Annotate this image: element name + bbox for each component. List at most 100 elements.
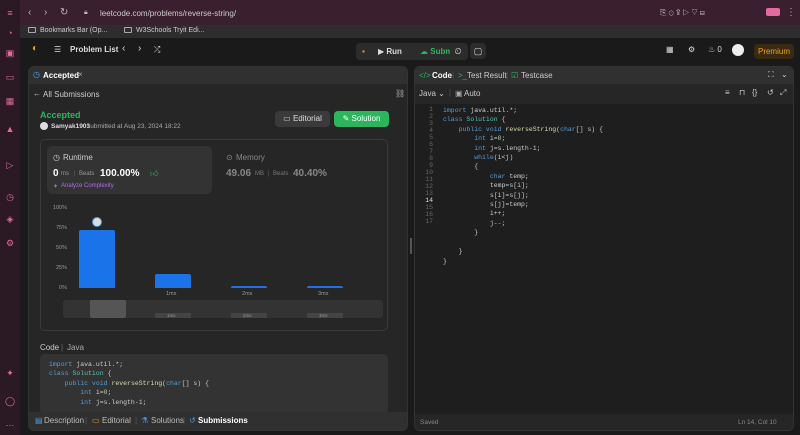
editor-code[interactable]: import java.util.*; class Solution { pub… — [443, 106, 603, 266]
editor-status-bar: Saved Ln 14, Col 10 — [415, 414, 793, 430]
close-icon[interactable]: × — [78, 70, 83, 79]
lock-icon: ▣ — [455, 89, 463, 98]
chart-bar[interactable] — [155, 274, 191, 288]
right-panel: </> Code | >_ Test Result | ☑ Testcase ⛶… — [414, 66, 794, 431]
reload-icon[interactable]: ↻ — [60, 7, 68, 18]
debug-icon[interactable]: ▪ — [362, 47, 365, 56]
tab-solutions[interactable]: Solutions — [151, 416, 184, 425]
tab-code[interactable]: Code — [432, 71, 452, 80]
runtime-value: 0 — [53, 168, 59, 179]
chart-bar[interactable] — [79, 229, 115, 288]
apps-icon[interactable]: ▦ — [5, 96, 15, 106]
reset-icon[interactable]: ↺ — [767, 88, 774, 97]
extension-icons[interactable]: ⎘ ⊙ ⇪ ▷ ♡ ⊟ — [660, 8, 705, 18]
chevron-down-icon: ⌄ — [438, 89, 445, 98]
username[interactable]: Samyak1903 — [51, 123, 90, 130]
tab-testcase[interactable]: Testcase — [521, 71, 553, 80]
shuffle-icon[interactable]: ⤮ — [154, 45, 160, 55]
menu-icon[interactable]: ≡ — [5, 8, 15, 18]
all-submissions-link[interactable]: All Submissions — [43, 90, 99, 99]
range-slider[interactable]: 1ms 2ms 3ms — [63, 300, 383, 318]
auto-mode[interactable]: Auto — [464, 89, 480, 98]
collapse-icon[interactable]: ⌄ — [781, 70, 788, 79]
divider: | — [452, 71, 455, 80]
run-button[interactable]: ▶ Run — [378, 47, 402, 56]
bookmark-icon[interactable]: ⊓ — [739, 88, 745, 97]
chat-icon[interactable]: ▭ — [5, 72, 15, 82]
maximize-icon[interactable]: ⛶ — [768, 70, 774, 80]
divider: | — [61, 343, 64, 352]
menu-dots-icon[interactable]: ⋮ — [786, 7, 796, 18]
address-bar-row: ‹ › ↻ 🔒︎ leetcode.com/problems/reverse-s… — [20, 0, 800, 25]
format-icon[interactable]: ≡ — [725, 88, 730, 97]
description-icon: ▤ — [35, 416, 43, 425]
logo-icon: ✦ — [6, 368, 14, 378]
prev-problem-icon[interactable]: ‹ — [122, 43, 125, 54]
solution-button[interactable]: ✎ Solution — [334, 111, 389, 127]
runtime-label: Runtime — [63, 153, 93, 162]
tab-description[interactable]: Description — [44, 416, 84, 425]
tab-submissions[interactable]: Submissions — [198, 416, 248, 425]
code-icon: </> — [419, 71, 431, 80]
sparkle-icon: ✦ — [53, 184, 59, 190]
divider: | — [506, 71, 509, 80]
history-icon: ↺ — [189, 416, 196, 425]
back-arrow-icon[interactable]: ← — [33, 89, 41, 98]
bottom-tab-bar: ▤ Description | ▭ Editorial | ⚗ Solution… — [29, 412, 407, 430]
speed-icon[interactable]: ◔ — [5, 28, 15, 38]
avatar[interactable] — [732, 44, 744, 56]
ring-icon: ◯ — [5, 396, 16, 406]
gear-icon[interactable]: ⚙ — [688, 45, 695, 54]
profile-icon[interactable] — [766, 8, 780, 16]
notes-icon[interactable]: ▢ — [470, 43, 486, 59]
chart-bar[interactable] — [307, 285, 343, 288]
url-field[interactable]: leetcode.com/problems/reverse-string/ — [100, 9, 236, 18]
braces-icon[interactable]: {} — [752, 88, 757, 97]
submitted-code: import java.util.*; class Solution { pub… — [40, 354, 388, 414]
forward-icon[interactable]: › — [44, 7, 47, 18]
clock-icon: ◷ — [53, 153, 60, 162]
y-tick-label: 100% — [52, 205, 67, 211]
language-select[interactable]: Java ⌄ — [419, 89, 445, 98]
tab-test-result[interactable]: Test Result — [467, 71, 507, 80]
timer-icon[interactable]: ⏲ — [450, 43, 466, 59]
game-icon[interactable]: ▲ — [5, 124, 15, 134]
share-link-icon[interactable]: ⛓ — [395, 89, 405, 98]
your-submission-marker — [92, 216, 102, 227]
next-problem-icon[interactable]: › — [138, 43, 141, 54]
clock-icon[interactable]: ◷ — [5, 192, 15, 202]
x-tick-label: 2ms — [242, 291, 253, 297]
bookmark-bar-item[interactable]: Bookmarks Bar (Op... — [28, 27, 107, 34]
bag-icon[interactable]: ▣ — [5, 48, 15, 58]
bookmark-bar-item[interactable]: W3Schools Tryit Edi... — [124, 27, 204, 34]
tab-accepted[interactable]: Accepted — [43, 71, 79, 80]
editorial-button[interactable]: ▭ Editorial — [275, 111, 330, 127]
settings-icon[interactable]: ⚙ — [5, 238, 15, 248]
panel-resize-handle[interactable] — [410, 238, 412, 254]
leetcode-logo-icon[interactable]: ◐ — [32, 43, 38, 54]
analyze-complexity-link[interactable]: Analyze Complexity — [61, 183, 114, 189]
code-editor[interactable]: 1 2 3 4 5 6 7 8 9 10 11 12 13 14 15 16 17 import java.ut… — [415, 104, 793, 414]
flask-icon: ⚗ — [141, 416, 149, 425]
premium-button[interactable]: Premium — [754, 44, 794, 59]
memory-label: Memory — [236, 153, 265, 162]
cube-icon[interactable]: ◈ — [5, 214, 15, 224]
streak-fire-icon[interactable]: ♨ 0 — [708, 45, 722, 54]
submitted-time: submitted at Aug 23, 2024 18:22 — [87, 123, 181, 130]
y-tick-label: 25% — [55, 265, 67, 271]
chart-bar[interactable] — [231, 285, 267, 288]
back-icon[interactable]: ‹ — [28, 7, 31, 18]
layout-icon[interactable]: ▦ — [666, 45, 674, 54]
play-icon[interactable]: ▷ — [5, 160, 15, 170]
book-icon: ▭ — [283, 114, 291, 123]
runtime-card[interactable]: ◷ Runtime 0 ms | Beats 100.00% 👍︎ ✦ Anal… — [47, 146, 212, 194]
problem-list-link[interactable]: Problem List — [70, 45, 118, 54]
slider-tick-label: 1ms — [167, 313, 176, 318]
range-slider-handle[interactable] — [90, 300, 126, 318]
more-icon[interactable]: … — [5, 418, 15, 428]
x-tick-label: 1ms — [166, 291, 177, 297]
tab-editorial[interactable]: Editorial — [102, 416, 131, 425]
code-label: Code — [40, 343, 60, 352]
fullscreen-icon[interactable]: ⤢ — [780, 88, 786, 98]
divider: | — [135, 416, 138, 425]
